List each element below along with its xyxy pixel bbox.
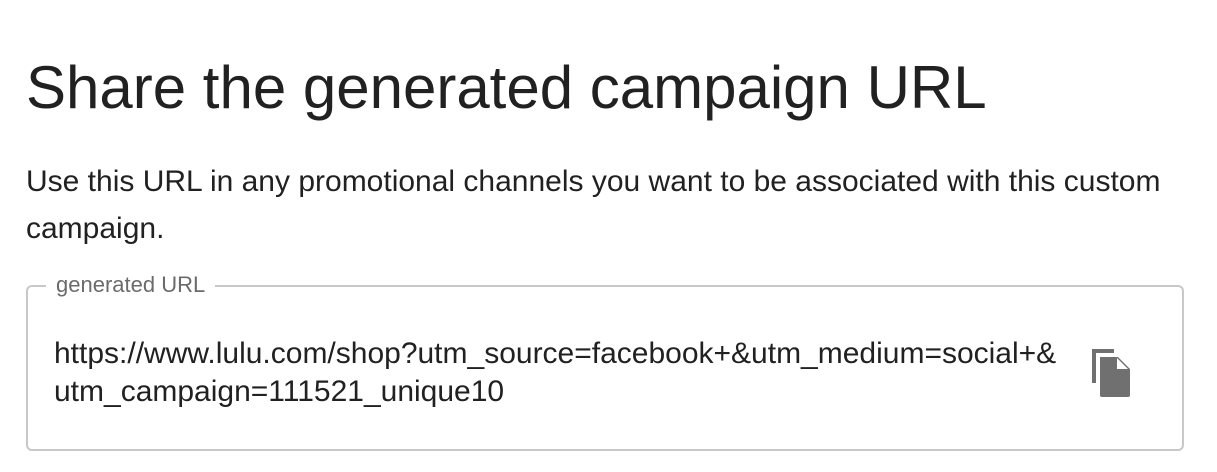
description-text: Use this URL in any promotional channels… [26,165,1161,245]
generated-url-label: generated URL [46,272,216,298]
copy-icon [1092,349,1130,397]
generated-url-value[interactable]: https://www.lulu.com/shop?utm_source=fac… [54,335,1058,411]
generated-url-field[interactable]: generated URL https://www.lulu.com/shop?… [26,272,1184,451]
copy-button[interactable] [1086,345,1134,399]
share-campaign-url-panel: Share the generated campaign URL Use thi… [0,0,1217,472]
page-title: Share the generated campaign URL [26,54,987,121]
